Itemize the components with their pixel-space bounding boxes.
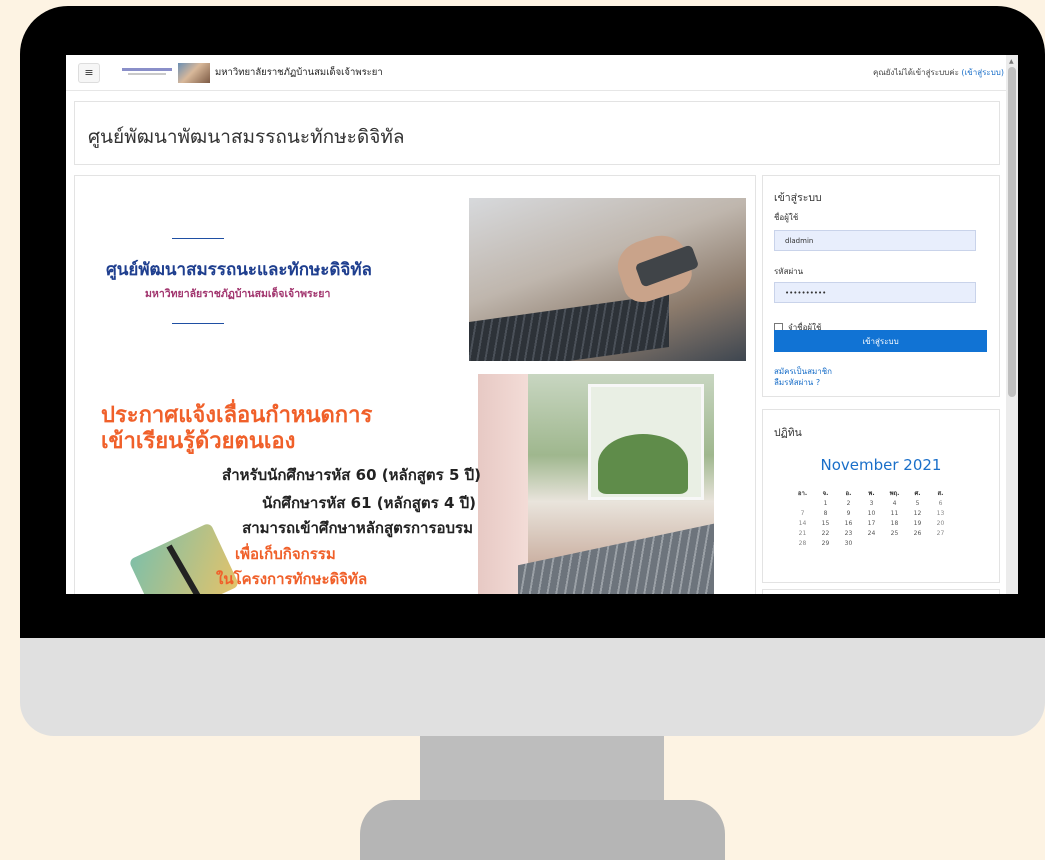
login-block-title: เข้าสู่ระบบ	[774, 192, 822, 204]
weekday-label: ศ.	[914, 490, 921, 497]
calendar-week-row: 7 8 9 10 11 12 13	[791, 508, 952, 518]
calendar-day[interactable]: 25	[883, 528, 906, 538]
calendar-block-title: ปฏิทิน	[774, 427, 802, 439]
calendar-day	[791, 498, 814, 508]
calendar-day[interactable]: 1	[814, 498, 837, 508]
site-name[interactable]: มหาวิทยาลัยราชภัฏบ้านสมเด็จเจ้าพระยา	[215, 65, 383, 80]
page-header: ศูนย์พัฒนาพัฒนาสมรรถนะทักษะดิจิทัล	[74, 101, 1000, 165]
calendar-day[interactable]: 12	[906, 508, 929, 518]
calendar-week-row: 21 22 23 24 25 26 27	[791, 528, 952, 538]
study-laptop-photo	[478, 374, 714, 594]
login-block: เข้าสู่ระบบ ชื่อผู้ใช้ รหัสผ่าน จำชื่อผู…	[762, 175, 1000, 397]
calendar-day[interactable]: 11	[883, 508, 906, 518]
calendar-day[interactable]: 27	[929, 528, 952, 538]
calendar-week-row: 14 15 16 17 18 19 20	[791, 518, 952, 528]
calendar-block: ปฏิทิน November 2021 อา. จ. อ. พ. พฤ. ศ.…	[762, 409, 1000, 583]
banner-title: ศูนย์พัฒนาสมรรถนะและทักษะดิจิทัล	[106, 260, 372, 280]
main-content-banner: ศูนย์พัฒนาสมรรถนะและทักษะดิจิทัล มหาวิทย…	[74, 175, 756, 594]
weekday-label: พ.	[868, 490, 875, 497]
calendar-day[interactable]: 20	[929, 518, 952, 528]
password-input[interactable]	[774, 282, 976, 303]
calendar-day[interactable]: 13	[929, 508, 952, 518]
calendar-day[interactable]: 4	[883, 498, 906, 508]
calendar-day[interactable]: 16	[837, 518, 860, 528]
announcement-detail-line4: เพื่อเก็บกิจกรรม	[235, 545, 336, 563]
calendar-day[interactable]: 3	[860, 498, 883, 508]
calendar-day[interactable]: 26	[906, 528, 929, 538]
weekday-label: จ.	[822, 490, 829, 497]
banner-subtitle: มหาวิทยาลัยราชภัฏบ้านสมเด็จเจ้าพระยา	[145, 288, 331, 300]
calendar-day[interactable]: 24	[860, 528, 883, 538]
weekday-label: พฤ.	[889, 490, 900, 497]
calendar-day[interactable]: 29	[814, 538, 837, 548]
banner-divider-bottom	[172, 323, 224, 324]
login-button[interactable]: เข้าสู่ระบบ	[774, 330, 987, 352]
weekday-label: อา.	[797, 490, 808, 497]
calendar-day[interactable]: 8	[814, 508, 837, 518]
monitor-stand-base	[360, 800, 725, 860]
banner-divider-top	[172, 238, 224, 239]
calendar-month-label: November 2021	[820, 456, 942, 474]
calendar-week-row: 1 2 3 4 5 6	[791, 498, 952, 508]
calendar-week-row: 28 29 30	[791, 538, 952, 548]
calendar-day[interactable]: 23	[837, 528, 860, 538]
calendar-day	[906, 538, 929, 548]
announcement-detail-line3: สามารถเข้าศึกษาหลักสูตรการอบรม	[242, 519, 473, 537]
calendar-grid: อา. จ. อ. พ. พฤ. ศ. ส. 1 2 3 4 5 6 7 8 9	[791, 488, 952, 548]
calendar-day[interactable]: 15	[814, 518, 837, 528]
site-logo-image[interactable]	[178, 62, 210, 83]
calendar-day	[883, 538, 906, 548]
calendar-day[interactable]: 10	[860, 508, 883, 518]
weekday-label: ส.	[937, 490, 944, 497]
hamburger-icon[interactable]: ≡	[78, 62, 100, 83]
calendar-day[interactable]: 6	[929, 498, 952, 508]
monitor-stand-neck	[420, 736, 664, 808]
calendar-day[interactable]: 19	[906, 518, 929, 528]
calendar-day[interactable]: 5	[906, 498, 929, 508]
calendar-day[interactable]: 9	[837, 508, 860, 518]
page-title: ศูนย์พัฒนาพัฒนาสมรรถนะทักษะดิจิทัล	[88, 126, 405, 148]
monitor-chin	[20, 638, 1045, 736]
username-input[interactable]	[774, 230, 976, 251]
scroll-up-arrow-icon[interactable]: ▲	[1009, 58, 1014, 65]
calendar-day	[929, 538, 952, 548]
announcement-detail-line2: นักศึกษารหัส 61 (หลักสูตร 4 ปี)	[262, 494, 476, 512]
calendar-day[interactable]: 30	[837, 538, 860, 548]
page-scrollbar[interactable]: ▲	[1006, 55, 1018, 594]
calendar-day[interactable]: 17	[860, 518, 883, 528]
announcement-title-line2: เข้าเรียนรู้ด้วยตนเอง	[101, 429, 296, 454]
next-sidebar-block	[762, 589, 1000, 594]
username-label: ชื่อผู้ใช้	[774, 213, 799, 222]
calendar-weekday-row: อา. จ. อ. พ. พฤ. ศ. ส.	[791, 488, 952, 498]
university-logo-strip	[122, 68, 172, 77]
laptop-phone-photo	[469, 198, 746, 361]
announcement-detail-line5: ในโครงการทักษะดิจิทัล	[216, 570, 368, 588]
login-status-text: คุณยังไม่ได้เข้าสู่ระบบค่ะ	[873, 68, 959, 77]
calendar-day[interactable]: 14	[791, 518, 814, 528]
calendar-day	[860, 538, 883, 548]
calendar-day[interactable]: 18	[883, 518, 906, 528]
forgot-password-link[interactable]: ลืมรหัสผ่าน ?	[774, 376, 820, 389]
browser-viewport: ≡ มหาวิทยาลัยราชภัฏบ้านสมเด็จเจ้าพระยา ค…	[66, 55, 1018, 594]
top-navbar: ≡ มหาวิทยาลัยราชภัฏบ้านสมเด็จเจ้าพระยา ค…	[66, 55, 1006, 91]
calendar-day[interactable]: 21	[791, 528, 814, 538]
login-link[interactable]: (เข้าสู่ระบบ)	[961, 68, 1004, 77]
calendar-day[interactable]: 7	[791, 508, 814, 518]
password-label: รหัสผ่าน	[774, 267, 804, 276]
weekday-label: อ.	[845, 490, 852, 497]
login-status: คุณยังไม่ได้เข้าสู่ระบบค่ะ (เข้าสู่ระบบ)	[873, 66, 1004, 79]
calendar-day[interactable]: 22	[814, 528, 837, 538]
calendar-day[interactable]: 28	[791, 538, 814, 548]
scrollbar-thumb[interactable]	[1008, 67, 1016, 397]
announcement-detail-line1: สำหรับนักศึกษารหัส 60 (หลักสูตร 5 ปี)	[222, 466, 481, 484]
calendar-day[interactable]: 2	[837, 498, 860, 508]
